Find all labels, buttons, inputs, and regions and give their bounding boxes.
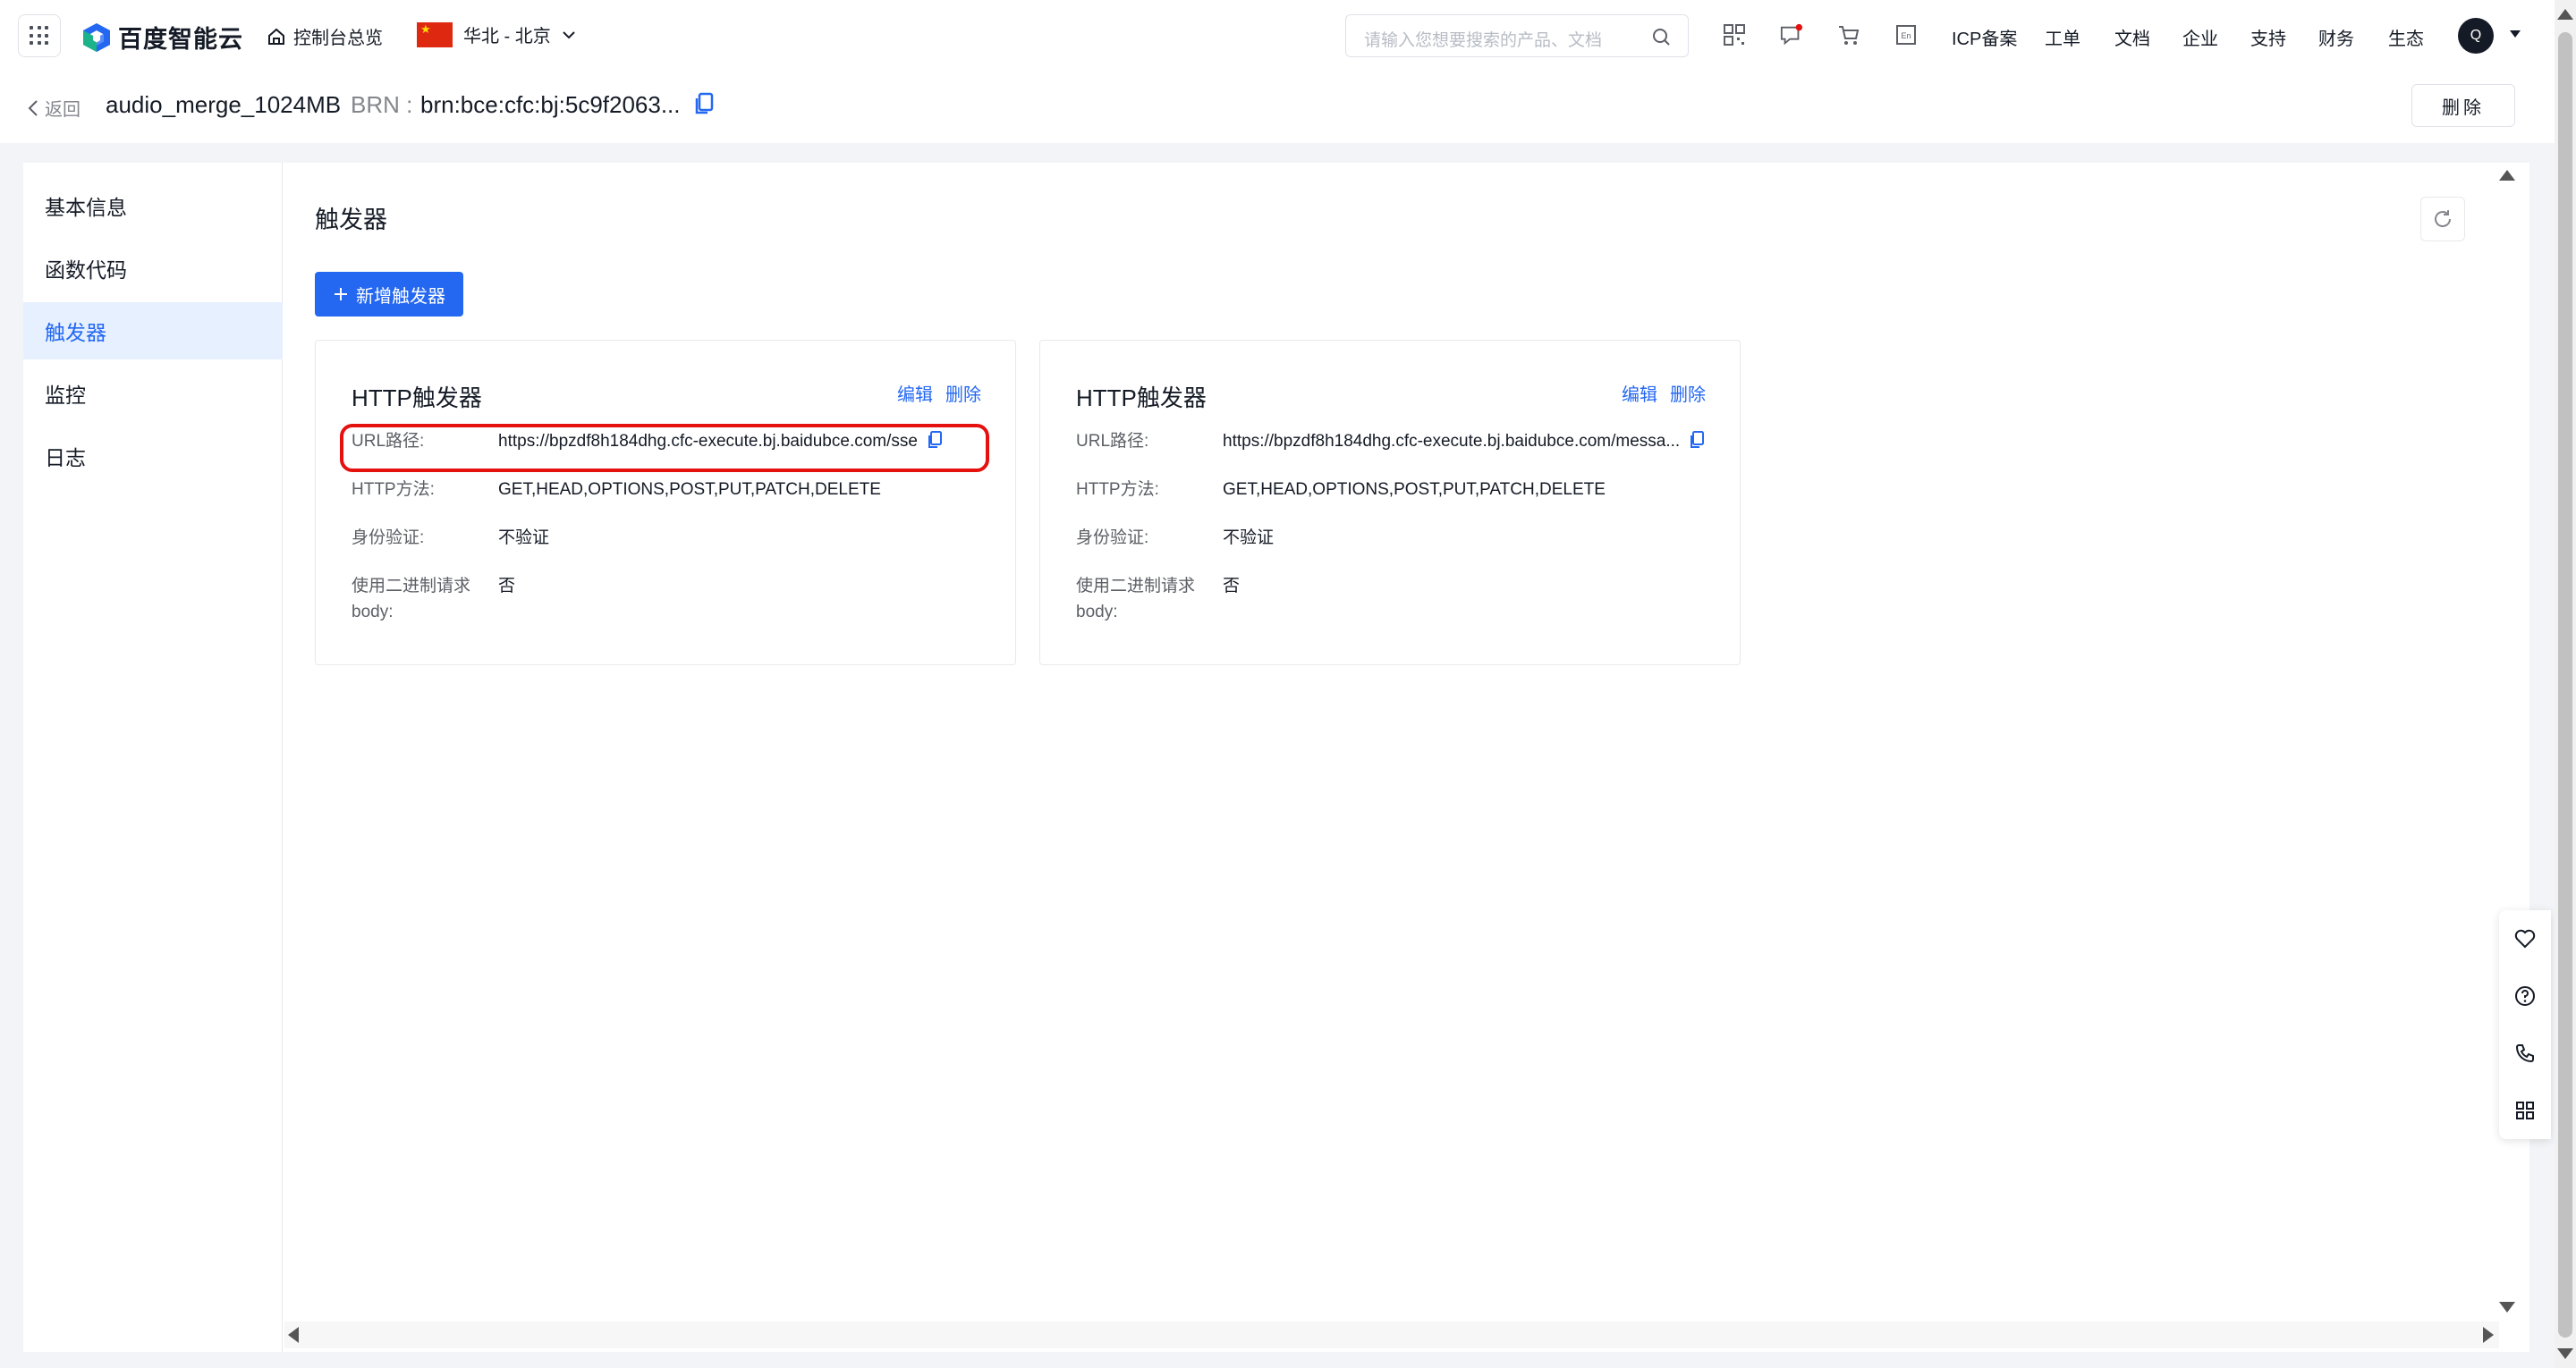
binary-body-label-line2: body:	[1076, 603, 1118, 621]
console-home-link[interactable]: 控制台总览	[267, 23, 383, 49]
search-icon[interactable]	[1652, 28, 1670, 46]
logo[interactable]: 百度智能云	[82, 20, 243, 55]
message-icon[interactable]	[1780, 23, 1803, 46]
trigger-card: HTTP触发器 编辑 删除 URL路径: https://bpzdf8h184d…	[315, 340, 1016, 665]
help-icon	[2515, 986, 2535, 1006]
nav-link-enterprise[interactable]: 企业	[2182, 24, 2218, 50]
horizontal-scrollbar[interactable]	[284, 1322, 2499, 1348]
auth-label: 身份验证:	[1076, 528, 1149, 547]
region-label: 华北 - 北京	[463, 27, 551, 46]
apps-button[interactable]	[2499, 1082, 2551, 1139]
nav-link-icp[interactable]: ICP备案	[1952, 24, 2017, 50]
home-icon	[268, 28, 284, 45]
apps-grid-icon	[30, 26, 49, 46]
http-method-label: HTTP方法:	[1076, 480, 1159, 499]
nav-link-docs[interactable]: 文档	[2114, 24, 2150, 50]
svg-text:En: En	[1901, 31, 1911, 40]
page-title: 触发器	[315, 207, 387, 233]
sidebar-item-monitoring[interactable]: 监控	[23, 365, 283, 422]
copy-icon[interactable]	[1690, 431, 1705, 449]
binary-body-label: 使用二进制请求 body:	[352, 573, 486, 625]
sidebar: 基本信息 函数代码 触发器 监控 日志	[23, 163, 283, 1352]
nav-link-support[interactable]: 支持	[2250, 24, 2286, 50]
language-icon[interactable]: En	[1894, 23, 1918, 46]
brn-value: brn:bce:cfc:bj:5c9f2063...	[420, 91, 714, 119]
qrcode-icon[interactable]	[1723, 23, 1746, 46]
scroll-down-icon[interactable]	[2557, 1348, 2573, 1359]
content-scroll-up-icon[interactable]	[2499, 170, 2515, 181]
back-label: 返回	[45, 100, 80, 120]
phone-contact-button[interactable]	[2499, 1025, 2551, 1082]
function-name: audio_merge_1024MB	[106, 91, 342, 118]
top-navbar: 百度智能云 控制台总览 华北 - 北京 请输入您想要搜索的产品、文档	[0, 0, 2555, 72]
auth-value: 不验证	[498, 528, 550, 547]
floating-toolbar	[2499, 910, 2551, 1139]
edit-trigger-link[interactable]: 编辑	[1622, 380, 1657, 406]
http-method-value: GET,HEAD,OPTIONS,POST,PUT,PATCH,DELETE	[498, 480, 881, 499]
logo-icon	[83, 22, 110, 52]
search-box[interactable]: 请输入您想要搜索的产品、文档	[1345, 14, 1689, 57]
china-flag-icon	[417, 21, 453, 47]
logo-text: 百度智能云	[118, 26, 243, 53]
binary-body-label: 使用二进制请求 body:	[1076, 573, 1210, 625]
binary-body-label-line1: 使用二进制请求	[1076, 577, 1196, 595]
vertical-scrollbar-thumb[interactable]	[2558, 32, 2572, 1338]
sidebar-item-function-code[interactable]: 函数代码	[23, 240, 283, 297]
console-home-label: 控制台总览	[293, 29, 383, 48]
delete-trigger-link[interactable]: 删除	[945, 380, 981, 406]
scroll-left-icon[interactable]	[288, 1327, 299, 1343]
apps-grid-button[interactable]	[18, 14, 61, 57]
heart-icon	[2514, 929, 2536, 949]
help-button[interactable]	[2499, 967, 2551, 1025]
url-value: https://bpzdf8h184dhg.cfc-execute.bj.bai…	[1223, 428, 1705, 454]
nav-link-finance[interactable]: 财务	[2318, 24, 2354, 50]
url-text: https://bpzdf8h184dhg.cfc-execute.bj.bai…	[1223, 432, 1681, 451]
chevron-left-icon	[28, 99, 38, 116]
scroll-right-icon[interactable]	[2483, 1327, 2494, 1343]
add-trigger-label: 新增触发器	[356, 286, 445, 307]
nav-link-ecosystem[interactable]: 生态	[2388, 24, 2424, 50]
trigger-card: HTTP触发器 编辑 删除 URL路径: https://bpzdf8h184d…	[1039, 340, 1741, 665]
content-scroll-down-icon[interactable]	[2499, 1302, 2515, 1313]
trigger-card-title: HTTP触发器	[1076, 384, 1207, 411]
sidebar-item-logs[interactable]: 日志	[23, 427, 283, 485]
nav-link-ticket[interactable]: 工单	[2045, 24, 2080, 50]
sidebar-item-triggers[interactable]: 触发器	[23, 302, 283, 359]
search-input[interactable]: 请输入您想要搜索的产品、文档	[1364, 27, 1602, 51]
account-menu-caret-icon[interactable]	[2510, 30, 2521, 38]
http-method-value: GET,HEAD,OPTIONS,POST,PUT,PATCH,DELETE	[1223, 480, 1606, 499]
back-link[interactable]: 返回	[27, 95, 80, 121]
favorite-button[interactable]	[2499, 910, 2551, 967]
delete-trigger-link[interactable]: 删除	[1670, 380, 1706, 406]
url-highlight-annotation	[340, 424, 989, 472]
binary-body-value: 否	[1223, 577, 1241, 595]
refresh-button[interactable]	[2420, 197, 2465, 241]
refresh-icon	[2435, 210, 2451, 227]
add-trigger-button[interactable]: 新增触发器	[315, 272, 463, 317]
cart-icon[interactable]	[1837, 23, 1860, 46]
auth-value: 不验证	[1223, 528, 1275, 547]
binary-body-label-line2: body:	[352, 603, 394, 621]
http-method-label: HTTP方法:	[352, 480, 435, 499]
binary-body-label-line1: 使用二进制请求	[352, 577, 471, 595]
delete-function-button[interactable]: 删除	[2411, 84, 2515, 127]
region-selector[interactable]: 华北 - 北京	[417, 21, 576, 47]
phone-icon	[2515, 1044, 2534, 1063]
scroll-up-icon[interactable]	[2557, 9, 2573, 20]
brn-text: brn:bce:cfc:bj:5c9f2063...	[420, 91, 681, 118]
avatar[interactable]: Q	[2458, 18, 2494, 54]
auth-label: 身份验证:	[352, 528, 425, 547]
sidebar-item-basic-info[interactable]: 基本信息	[23, 177, 283, 234]
trigger-card-title: HTTP触发器	[352, 384, 482, 411]
binary-body-value: 否	[498, 577, 516, 595]
url-label: URL路径:	[1076, 432, 1149, 451]
edit-trigger-link[interactable]: 编辑	[897, 380, 933, 406]
plus-icon	[335, 288, 347, 300]
apps-icon	[2516, 1102, 2534, 1119]
copy-icon[interactable]	[694, 92, 714, 115]
brn-label: BRN :	[351, 91, 413, 118]
chevron-down-icon	[563, 30, 575, 38]
